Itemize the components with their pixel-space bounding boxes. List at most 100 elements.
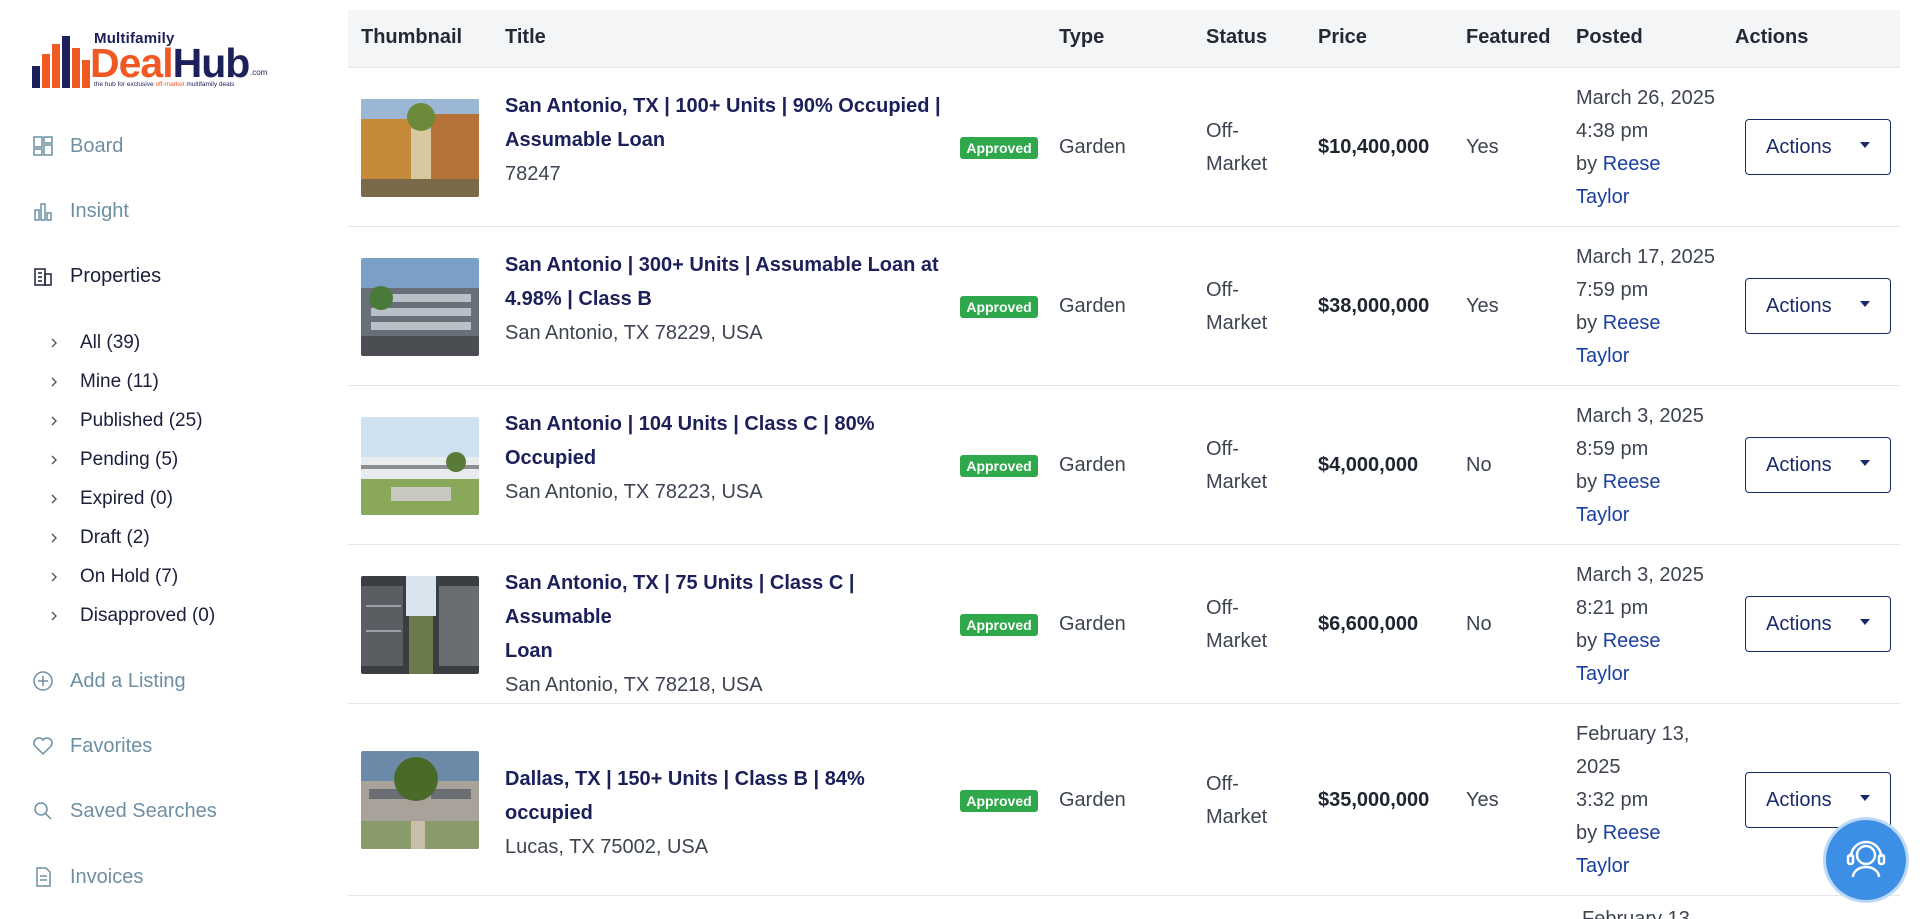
- header-actions: Actions: [1735, 26, 1809, 48]
- property-thumbnail[interactable]: [361, 751, 479, 849]
- actions-label: Actions: [1766, 135, 1832, 158]
- logo-tagline-pre: the hub for exclusive: [94, 81, 156, 88]
- table-row: San Antonio, TX | 75 Units | Class C | A…: [348, 545, 1900, 704]
- property-title-line2: 4.98% | Class B: [505, 288, 652, 310]
- property-title[interactable]: San Antonio | 104 Units | Class C | 80% O…: [505, 407, 945, 475]
- nav-board[interactable]: Board: [32, 131, 123, 161]
- author-link-first[interactable]: Reese: [1603, 822, 1661, 844]
- author-link-last[interactable]: Taylor: [1576, 186, 1629, 208]
- property-title-line2: Assumable Loan: [505, 129, 666, 151]
- posted-time: 8:21 pm: [1576, 597, 1649, 619]
- property-title-block: San Antonio | 104 Units | Class C | 80% O…: [505, 407, 945, 509]
- nav-properties[interactable]: Properties: [32, 261, 161, 291]
- property-posted: March 26, 2025 4:38 pm by Reese Taylor: [1576, 82, 1715, 214]
- author-link-last[interactable]: Taylor: [1576, 663, 1629, 685]
- actions-dropdown-button[interactable]: Actions: [1745, 278, 1891, 334]
- multifamily-dealhub-logo[interactable]: Multifamily DealHub .com the hub for exc…: [32, 30, 272, 90]
- actions-dropdown-button[interactable]: Actions: [1745, 119, 1891, 175]
- posted-time: 3:32 pm: [1576, 789, 1649, 811]
- header-featured: Featured: [1466, 26, 1551, 48]
- header-thumbnail: Thumbnail: [361, 26, 463, 48]
- logo-brand: DealHub: [90, 40, 250, 86]
- property-thumbnail[interactable]: [361, 576, 479, 674]
- header-type: Type: [1059, 26, 1105, 48]
- property-featured: Yes: [1466, 789, 1499, 811]
- posted-date: March 3, 2025: [1576, 564, 1704, 586]
- caret-down-icon: [1860, 619, 1870, 625]
- actions-dropdown-button[interactable]: Actions: [1745, 596, 1891, 652]
- property-address: San Antonio, TX 78223, USA: [505, 481, 763, 503]
- property-posted: March 3, 2025 8:59 pm by Reese Taylor: [1576, 400, 1704, 532]
- nav-board-label: Board: [70, 134, 124, 157]
- author-link-first[interactable]: Reese: [1603, 471, 1661, 493]
- filter-on-hold[interactable]: On Hold (7): [48, 563, 178, 591]
- sidebar: Multifamily DealHub .com the hub for exc…: [0, 0, 340, 919]
- property-title[interactable]: San Antonio | 300+ Units | Assumable Loa…: [505, 248, 945, 316]
- support-chat-button[interactable]: [1826, 820, 1906, 900]
- heart-icon: [32, 735, 54, 757]
- nav-favorites[interactable]: Favorites: [32, 731, 152, 761]
- posted-by: by: [1576, 312, 1603, 334]
- approved-badge: Approved: [960, 137, 1038, 159]
- author-link-last[interactable]: Taylor: [1576, 855, 1629, 877]
- posted-time: 4:38 pm: [1576, 120, 1649, 142]
- author-link-last[interactable]: Taylor: [1576, 504, 1629, 526]
- author-link-first[interactable]: Reese: [1603, 630, 1661, 652]
- posted-by: by: [1576, 153, 1603, 175]
- actions-dropdown-button[interactable]: Actions: [1745, 437, 1891, 493]
- status-line2: Market: [1206, 806, 1268, 828]
- board-icon: [32, 135, 54, 157]
- logo-brand-deal: Deal: [90, 40, 174, 86]
- nav-insight[interactable]: Insight: [32, 196, 129, 226]
- nav-saved-searches[interactable]: Saved Searches: [32, 796, 217, 826]
- filter-mine[interactable]: Mine (11): [48, 368, 159, 396]
- property-title-block: Dallas, TX | 150+ Units | Class B | 84% …: [505, 762, 945, 864]
- property-thumbnail[interactable]: [361, 258, 479, 356]
- property-thumbnail[interactable]: [361, 417, 479, 515]
- status-line2: Market: [1206, 630, 1268, 652]
- chevron-right-icon: [48, 532, 60, 544]
- property-type: Garden: [1059, 136, 1126, 158]
- posted-year: 2025: [1576, 756, 1621, 778]
- caret-down-icon: [1860, 795, 1870, 801]
- author-link-first[interactable]: Reese: [1603, 153, 1661, 175]
- status-line1: Off-: [1206, 438, 1239, 460]
- header-title: Title: [505, 26, 546, 48]
- filter-all[interactable]: All (39): [48, 329, 140, 357]
- building-icon: [32, 265, 54, 287]
- caret-down-icon: [1860, 460, 1870, 466]
- author-link-last[interactable]: Taylor: [1576, 345, 1629, 367]
- table-header: Thumbnail Title Type Status Price Featur…: [348, 10, 1900, 68]
- property-thumbnail[interactable]: [361, 99, 479, 197]
- search-icon: [32, 800, 54, 822]
- filter-draft[interactable]: Draft (2): [48, 524, 150, 552]
- chevron-right-icon: [48, 415, 60, 427]
- logo-bars-icon: [32, 36, 90, 88]
- property-address: 78247: [505, 163, 561, 185]
- filter-pending[interactable]: Pending (5): [48, 446, 178, 474]
- property-title[interactable]: San Antonio, TX | 100+ Units | 90% Occup…: [505, 89, 945, 157]
- property-photo: [361, 417, 479, 515]
- property-title-line1: San Antonio, TX | 100+ Units | 90% Occup…: [505, 95, 941, 117]
- filter-expired[interactable]: Expired (0): [48, 485, 173, 513]
- nav-insight-label: Insight: [70, 199, 129, 222]
- property-type: Garden: [1059, 454, 1126, 476]
- approved-badge: Approved: [960, 614, 1038, 636]
- status-line1: Off-: [1206, 773, 1239, 795]
- filter-disapproved[interactable]: Disapproved (0): [48, 602, 215, 630]
- table-row: San Antonio | 300+ Units | Assumable Loa…: [348, 227, 1900, 386]
- author-link-first[interactable]: Reese: [1603, 312, 1661, 334]
- property-title[interactable]: Dallas, TX | 150+ Units | Class B | 84% …: [505, 762, 945, 830]
- property-title-line1: San Antonio | 300+ Units | Assumable Loa…: [505, 254, 939, 276]
- property-type: Garden: [1059, 789, 1126, 811]
- property-posted: March 17, 2025 7:59 pm by Reese Taylor: [1576, 241, 1715, 373]
- property-price: $6,600,000: [1318, 613, 1419, 635]
- property-title[interactable]: San Antonio, TX | 75 Units | Class C | A…: [505, 566, 945, 668]
- filter-published[interactable]: Published (25): [48, 407, 203, 435]
- nav-add-listing[interactable]: Add a Listing: [32, 666, 186, 696]
- approved-badge: Approved: [960, 455, 1038, 477]
- nav-invoices[interactable]: Invoices: [32, 862, 143, 892]
- property-price: $35,000,000: [1318, 789, 1430, 811]
- property-status: Off- Market: [1206, 592, 1267, 658]
- caret-down-icon: [1860, 301, 1870, 307]
